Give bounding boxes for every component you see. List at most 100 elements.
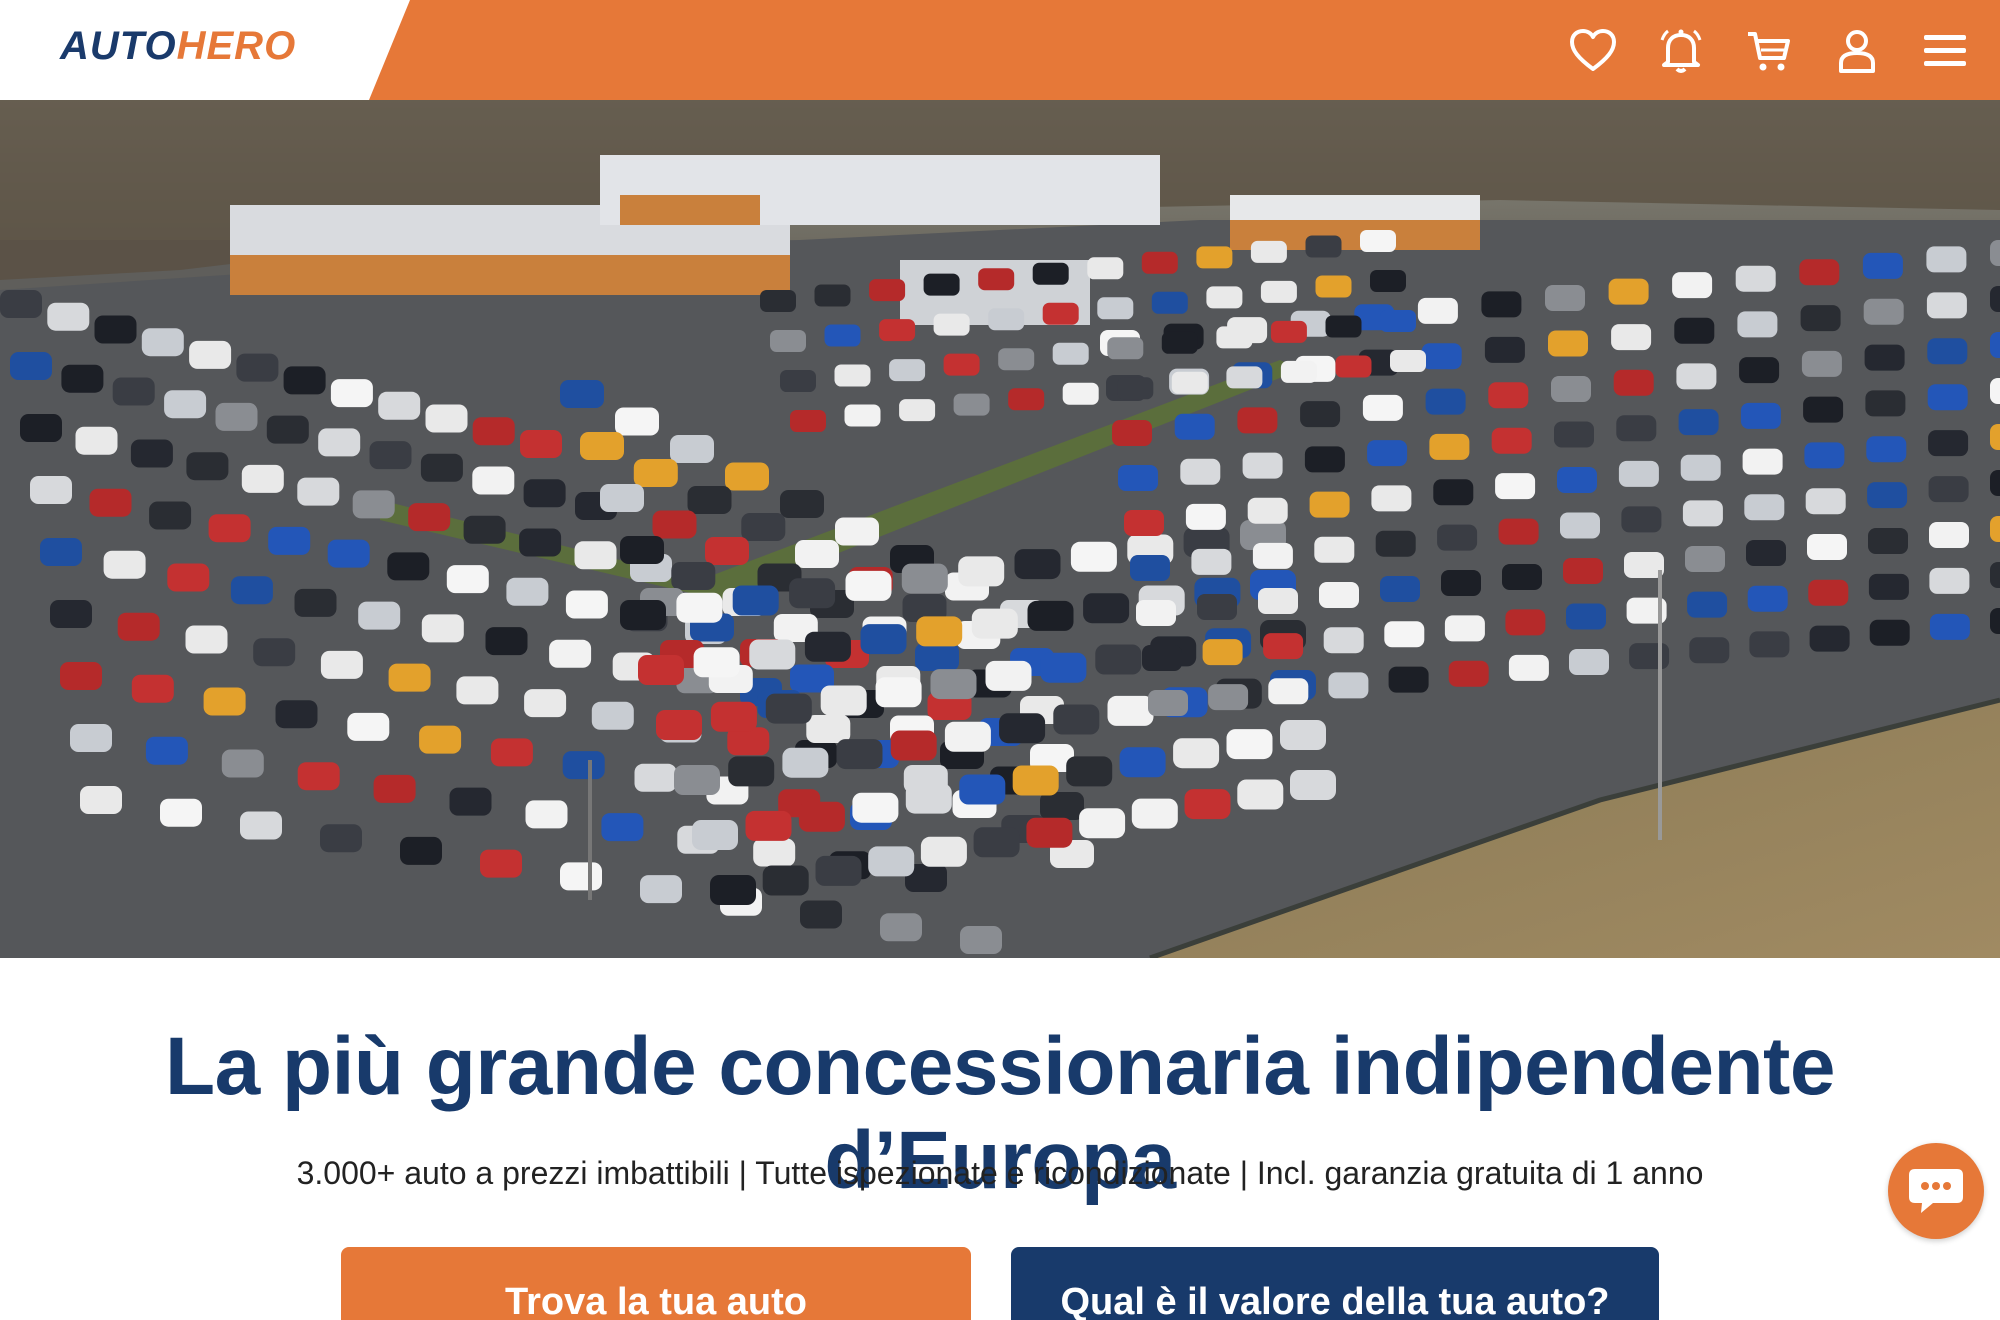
parked-car [1268, 678, 1309, 705]
parked-car [1548, 330, 1588, 357]
parked-car [1425, 388, 1466, 415]
parked-car [920, 836, 967, 867]
chat-button[interactable] [1888, 1143, 1984, 1239]
parked-car [149, 501, 192, 530]
parked-car [1371, 485, 1412, 512]
parked-car [1384, 621, 1425, 648]
parked-car [1800, 305, 1841, 332]
parked-car [463, 515, 506, 544]
parked-car [352, 490, 395, 519]
parked-car [834, 364, 871, 387]
parked-car [656, 710, 702, 740]
parked-car [953, 393, 990, 416]
parked-car [671, 562, 716, 590]
heart-icon[interactable] [1566, 24, 1620, 78]
menu-icon[interactable] [1918, 24, 1972, 78]
parked-car [320, 824, 362, 853]
parked-car [369, 441, 412, 470]
parked-car [1929, 613, 1970, 640]
parked-car [1545, 285, 1585, 311]
parked-car [1053, 704, 1100, 735]
parked-car [203, 687, 246, 716]
parked-car [60, 662, 102, 690]
parked-car [1216, 326, 1253, 349]
parked-car [519, 528, 562, 557]
parked-car [789, 578, 836, 609]
parked-car [1052, 342, 1089, 365]
parked-car [710, 875, 756, 905]
parked-car [1191, 548, 1232, 575]
parked-car [1107, 337, 1144, 360]
parked-car [745, 810, 792, 841]
parked-car [1484, 336, 1525, 363]
parked-car [1481, 291, 1522, 318]
parked-car [600, 484, 644, 512]
parked-car [795, 540, 839, 568]
parked-car [753, 838, 796, 867]
parked-car [1027, 600, 1074, 631]
parked-car [1927, 384, 1968, 411]
logo-area: AUTOHERO [0, 0, 410, 100]
parked-car [1865, 390, 1906, 417]
bell-icon[interactable] [1654, 24, 1708, 78]
parked-car [1258, 588, 1298, 614]
parked-car [705, 537, 749, 565]
parked-car [1304, 446, 1345, 473]
parked-car [145, 736, 188, 765]
parked-car [875, 677, 922, 708]
parked-car [1314, 536, 1355, 563]
parked-car [378, 391, 421, 420]
autohero-logo[interactable]: AUTOHERO [60, 24, 296, 69]
parked-car [230, 576, 273, 605]
parked-car [1928, 430, 1969, 457]
parked-car [1032, 262, 1069, 285]
parked-car [880, 913, 922, 942]
parked-car [1566, 603, 1606, 630]
page-subline: 3.000+ auto a prezzi imbattibili | Tutte… [296, 1155, 1704, 1191]
parked-car [1613, 369, 1654, 396]
parked-car [1142, 645, 1182, 671]
parked-car [1498, 518, 1539, 545]
parked-car [1226, 729, 1273, 760]
parked-car [1247, 497, 1288, 524]
parked-car [670, 435, 714, 463]
parked-car [215, 402, 258, 431]
parked-car [687, 486, 732, 514]
parked-car [549, 639, 592, 668]
parked-car [710, 701, 757, 732]
parked-car [1119, 747, 1166, 778]
car-valuation-button[interactable]: Qual è il valore della tua auto? [1011, 1247, 1659, 1320]
parked-car [358, 601, 401, 630]
parked-car [1206, 286, 1243, 309]
parked-car [860, 624, 907, 655]
parked-car [820, 685, 867, 716]
parked-car [845, 570, 892, 601]
parked-car [1747, 585, 1788, 612]
parked-car [1417, 297, 1458, 324]
parked-car [1079, 808, 1126, 839]
parked-car [1739, 357, 1780, 384]
parked-car [782, 747, 829, 778]
parked-car [1325, 315, 1362, 338]
parked-car [294, 588, 337, 617]
parked-car [268, 526, 311, 555]
find-car-button[interactable]: Trova la tua auto [341, 1247, 971, 1320]
parked-car [1557, 467, 1597, 493]
parked-car [1927, 338, 1968, 365]
user-icon[interactable] [1830, 24, 1884, 78]
parked-car [762, 865, 809, 896]
parked-car [1864, 344, 1905, 371]
cart-icon[interactable] [1742, 24, 1796, 78]
parked-car [1744, 494, 1785, 521]
parked-car [800, 900, 842, 929]
parked-car [0, 290, 42, 318]
parked-car [1014, 549, 1061, 580]
parked-car [728, 756, 775, 787]
parked-car [1375, 530, 1416, 557]
parked-car [780, 370, 816, 392]
parked-car [520, 430, 562, 458]
parked-car [1300, 401, 1341, 428]
parked-car [1990, 470, 2000, 496]
parked-car [836, 739, 883, 770]
parked-car [1868, 573, 1909, 600]
